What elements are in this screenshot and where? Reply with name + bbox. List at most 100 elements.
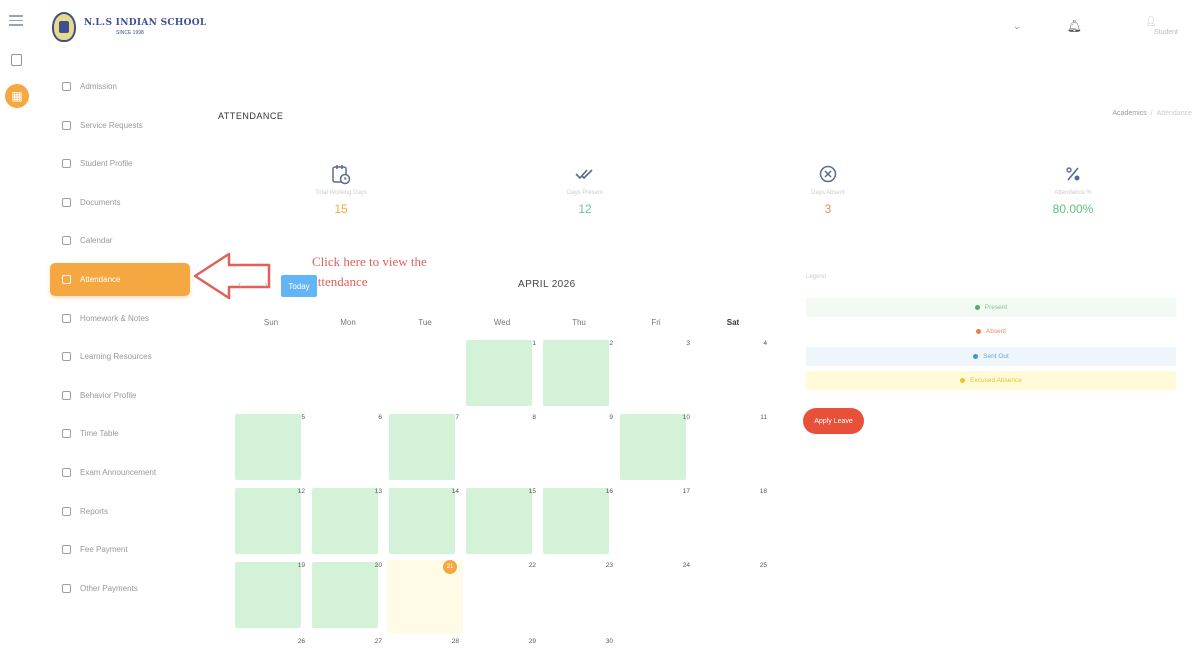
legend-present: Present — [806, 298, 1176, 317]
calendar-day[interactable]: 11 — [695, 412, 771, 485]
sidebar-item-homework-notes[interactable]: Homework & Notes — [50, 302, 190, 335]
today-date-badge: 21 — [443, 560, 457, 574]
present-marker — [543, 340, 609, 406]
dashboard-icon[interactable] — [11, 54, 22, 66]
sidebar-item-label: Homework & Notes — [80, 313, 149, 323]
calendar-day[interactable]: 13 — [310, 486, 386, 559]
calendar-day[interactable]: 27 — [310, 636, 386, 650]
school-name: N.L.S INDIAN SCHOOL — [84, 18, 207, 28]
present-marker — [312, 562, 378, 628]
legend-dot — [973, 354, 979, 359]
day-number: 29 — [528, 638, 536, 645]
present-marker — [235, 562, 301, 628]
annotation-text: Click here to view the attendance — [312, 254, 427, 289]
day-number: 27 — [374, 638, 382, 645]
weekday-header: Thu — [572, 318, 586, 327]
present-marker — [312, 488, 378, 554]
legend-sent-out: Sent Out — [806, 347, 1176, 366]
legend-absent: Absent — [806, 322, 1176, 341]
stat-label: Attendance % — [1054, 190, 1092, 196]
calendar-day[interactable]: 25 — [695, 560, 771, 633]
sidebar-item-label: Admission — [80, 82, 117, 91]
calendar-day[interactable]: 29 — [464, 636, 540, 650]
calendar-clock-icon — [281, 162, 401, 186]
weekday-header: Fri — [651, 318, 661, 327]
calendar-day[interactable]: 26 — [233, 636, 309, 650]
sidebar-item-student-profile[interactable]: Student Profile — [50, 147, 190, 180]
sidebar-item-exam-announcement[interactable]: Exam Announcement — [50, 456, 190, 489]
stat-value: 12 — [578, 202, 592, 216]
calendar-day[interactable]: 5 — [233, 412, 309, 485]
sidebar-item-label: Student Profile — [80, 159, 133, 169]
calendar-day[interactable]: 16 — [541, 486, 617, 559]
sidebar-item-label: Calendar — [80, 236, 113, 246]
sidebar-item-attendance[interactable]: Attendance — [50, 262, 190, 296]
behavior-icon — [62, 390, 71, 400]
calendar-day[interactable]: 8 — [464, 412, 540, 485]
sidebar-item-service-requests[interactable]: Service Requests — [50, 109, 190, 142]
sidebar-item-documents[interactable]: Documents — [50, 186, 190, 219]
calendar-day[interactable]: 22 — [464, 560, 540, 633]
day-number: 28 — [451, 638, 459, 645]
day-number: 15 — [528, 488, 536, 495]
calendar-day[interactable]: 9 — [541, 412, 617, 485]
menu-toggle-icon[interactable] — [9, 15, 23, 26]
calendar-day[interactable]: 7 — [387, 412, 463, 485]
day-number: 16 — [605, 488, 613, 495]
day-number: 23 — [605, 562, 613, 569]
calendar-day[interactable]: 12 — [233, 486, 309, 559]
notification-bell-icon[interactable]: 🔔︎ — [1067, 19, 1082, 33]
stat-value: 80.00% — [1052, 202, 1094, 216]
sidebar-item-fee-payment[interactable]: Fee Payment — [50, 533, 190, 566]
legend-label: Present — [984, 304, 1008, 311]
calendar-day[interactable]: 24 — [618, 560, 694, 633]
calendar-day[interactable]: 15 — [464, 486, 540, 559]
weekday-header: Tue — [418, 318, 432, 327]
sidebar-item-other-payments[interactable]: Other Payments — [50, 572, 190, 605]
calendar-day[interactable]: 6 — [310, 412, 386, 485]
school-logo[interactable]: N.L.S INDIAN SCHOOL SINCE 1998 — [52, 12, 207, 42]
sidebar-item-reports[interactable]: Reports — [50, 495, 190, 528]
sidebar-item-calendar[interactable]: Calendar — [50, 224, 190, 257]
double-check-icon — [525, 162, 645, 186]
calendar-day[interactable]: 18 — [695, 486, 771, 559]
calendar-prev-next[interactable]: ‹ › — [238, 279, 277, 290]
calendar-day[interactable]: 1 — [464, 338, 540, 411]
stat-days-absent: Days Absent 3 — [768, 162, 888, 216]
sidebar-item-label: Learning Resources — [80, 352, 152, 362]
exam-icon — [62, 467, 71, 477]
calendar-day[interactable]: 10 — [618, 412, 694, 485]
resources-icon — [62, 352, 71, 362]
calendar-day[interactable]: 3 — [618, 338, 694, 411]
calendar-day[interactable]: 2 — [541, 338, 617, 411]
breadcrumb-item[interactable]: Academics — [1112, 110, 1146, 117]
user-menu[interactable]: 👤︎ Student — [1124, 16, 1178, 36]
legend-excused-absence: Excused Absence — [806, 371, 1176, 390]
legend-dot — [960, 378, 966, 383]
dropdown-caret-icon[interactable]: ⌄ — [1013, 21, 1021, 32]
calendar-day[interactable]: 4 — [695, 338, 771, 411]
sidebar-item-behavior-profile[interactable]: Behavior Profile — [50, 379, 190, 412]
annotation-arrow-icon — [193, 252, 271, 300]
apply-leave-button[interactable]: Apply Leave — [803, 408, 864, 434]
sidebar-item-admission[interactable]: Admission — [50, 70, 190, 103]
calendar-day[interactable]: 20 — [310, 560, 386, 633]
calendar-day[interactable]: 30 — [541, 636, 617, 650]
attendance-icon — [62, 274, 71, 284]
stat-label: Total Working Days — [315, 190, 367, 196]
day-number: 13 — [374, 488, 382, 495]
calendar-day[interactable]: 28 — [387, 636, 463, 650]
service-icon — [62, 120, 71, 130]
today-button[interactable]: Today — [281, 275, 317, 297]
calendar-day[interactable]: 17 — [618, 486, 694, 559]
calendar-day[interactable]: 21 — [387, 560, 463, 633]
calendar-day[interactable]: 14 — [387, 486, 463, 559]
sidebar-item-time-table[interactable]: Time Table — [50, 417, 190, 450]
day-number: 3 — [686, 340, 690, 347]
apps-icon[interactable]: ▦ — [5, 84, 29, 108]
calendar-day[interactable]: 23 — [541, 560, 617, 633]
stat-label: Days Absent — [811, 190, 845, 196]
fee-icon — [62, 545, 71, 555]
sidebar-item-learning-resources[interactable]: Learning Resources — [50, 340, 190, 373]
calendar-day[interactable]: 19 — [233, 560, 309, 633]
